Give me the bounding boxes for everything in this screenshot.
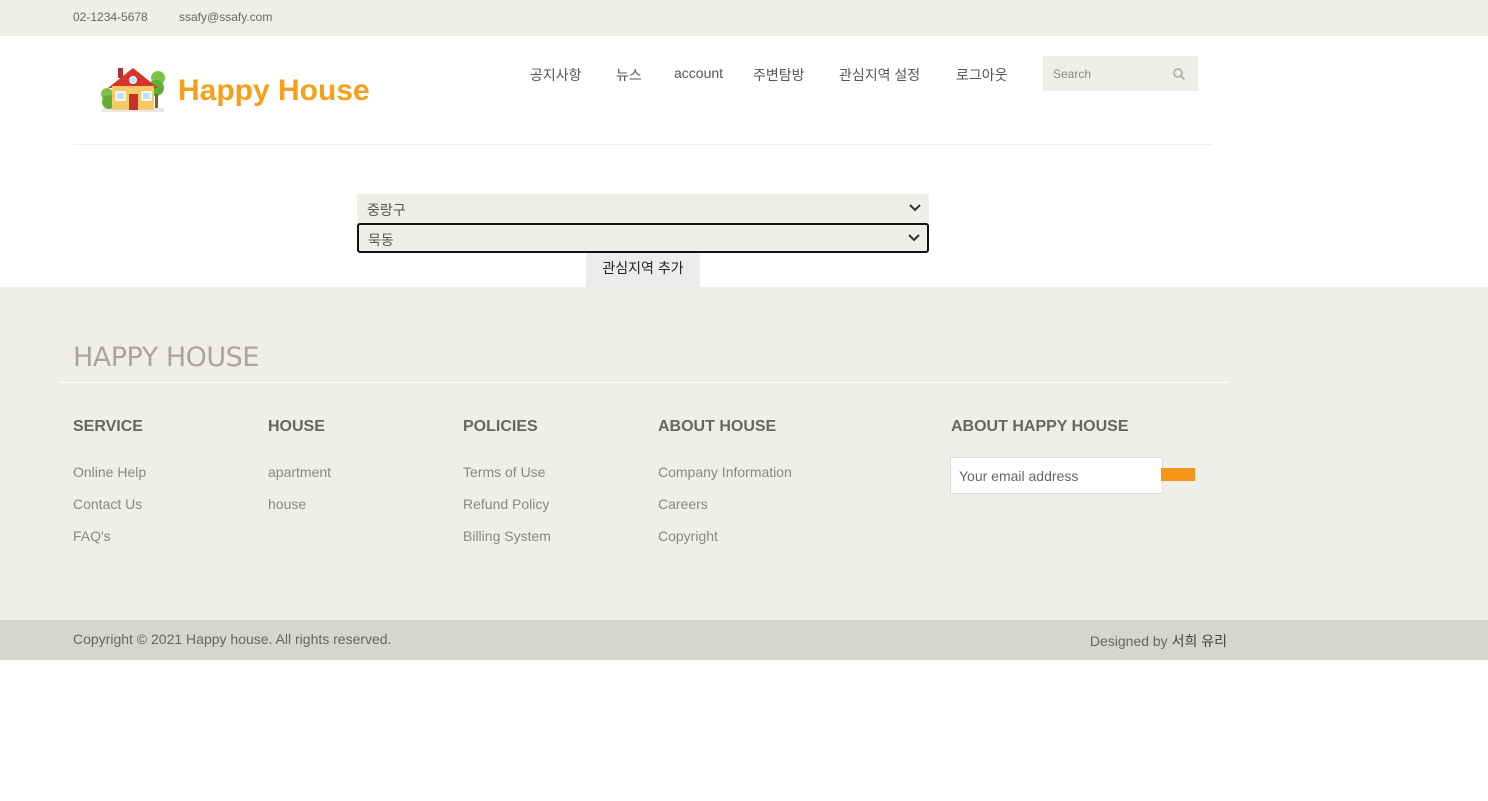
brand-name[interactable]: Happy House (178, 74, 370, 108)
footer-link-terms[interactable]: Terms of Use (463, 464, 545, 480)
dong-select-value: 묵동 (368, 232, 394, 248)
footer-heading-about-house: ABOUT HOUSE (658, 418, 777, 435)
nav-nearby[interactable]: 주변탐방 (753, 65, 805, 85)
house-logo-icon[interactable] (100, 64, 166, 116)
designed-by-label: Designed by (1089, 633, 1168, 649)
footer-link-careers[interactable]: Careers (658, 496, 708, 512)
contact-email: ssafy@ssafy.com (179, 10, 273, 24)
footer-link-refund[interactable]: Refund Policy (463, 496, 549, 512)
footer-title: HAPPY HOUSE (73, 342, 259, 373)
add-interest-region-button[interactable]: 관심지역 추가 (586, 253, 700, 287)
footer-link-billing[interactable]: Billing System (463, 528, 551, 544)
search-box (1043, 56, 1198, 91)
chevron-down-icon (908, 234, 920, 242)
nav-interest-region[interactable]: 관심지역 설정 (839, 65, 920, 85)
chevron-down-icon (909, 204, 921, 212)
footer-link-house[interactable]: house (268, 496, 306, 512)
footer: HAPPY HOUSE SERVICE Online Help Contact … (0, 287, 1488, 620)
footer-link-online-help[interactable]: Online Help (73, 464, 146, 480)
footer-heading-service: SERVICE (73, 418, 143, 435)
newsletter-email-input[interactable] (950, 457, 1163, 494)
header-divider (73, 144, 1213, 145)
search-icon[interactable] (1172, 67, 1186, 81)
search-input[interactable] (1043, 56, 1173, 91)
top-contact-bar: 02-1234-5678 ssafy@ssafy.com (0, 0, 1488, 36)
footer-link-faqs[interactable]: FAQ's (73, 528, 111, 544)
footer-link-company-info[interactable]: Company Information (658, 464, 792, 480)
footer-divider (59, 382, 1229, 383)
copyright-bar: Copyright © 2021 Happy house. All rights… (0, 620, 1488, 660)
nav-notice[interactable]: 공지사항 (530, 65, 582, 85)
footer-link-copyright[interactable]: Copyright (658, 528, 718, 544)
footer-link-contact-us[interactable]: Contact Us (73, 496, 142, 512)
footer-heading-about-happy-house: ABOUT HAPPY HOUSE (951, 418, 1129, 435)
footer-link-apartment[interactable]: apartment (268, 464, 331, 480)
nav-news[interactable]: 뉴스 (616, 65, 642, 85)
footer-heading-house: HOUSE (268, 418, 325, 435)
dong-select[interactable]: 묵동 (357, 223, 929, 253)
newsletter-submit-button[interactable] (1161, 468, 1195, 481)
nav-account[interactable]: account (674, 65, 723, 81)
nav-logout[interactable]: 로그아웃 (956, 65, 1008, 85)
contact-phone: 02-1234-5678 (73, 10, 148, 24)
district-select-value: 중랑구 (367, 202, 406, 218)
designer-names: 서희 유리 (1171, 633, 1227, 649)
district-select[interactable]: 중랑구 (357, 194, 929, 224)
designed-by: Designed by 서희 유리 (1090, 631, 1227, 651)
copyright-text: Copyright © 2021 Happy house. All rights… (73, 631, 392, 647)
footer-heading-policies: POLICIES (463, 418, 538, 435)
